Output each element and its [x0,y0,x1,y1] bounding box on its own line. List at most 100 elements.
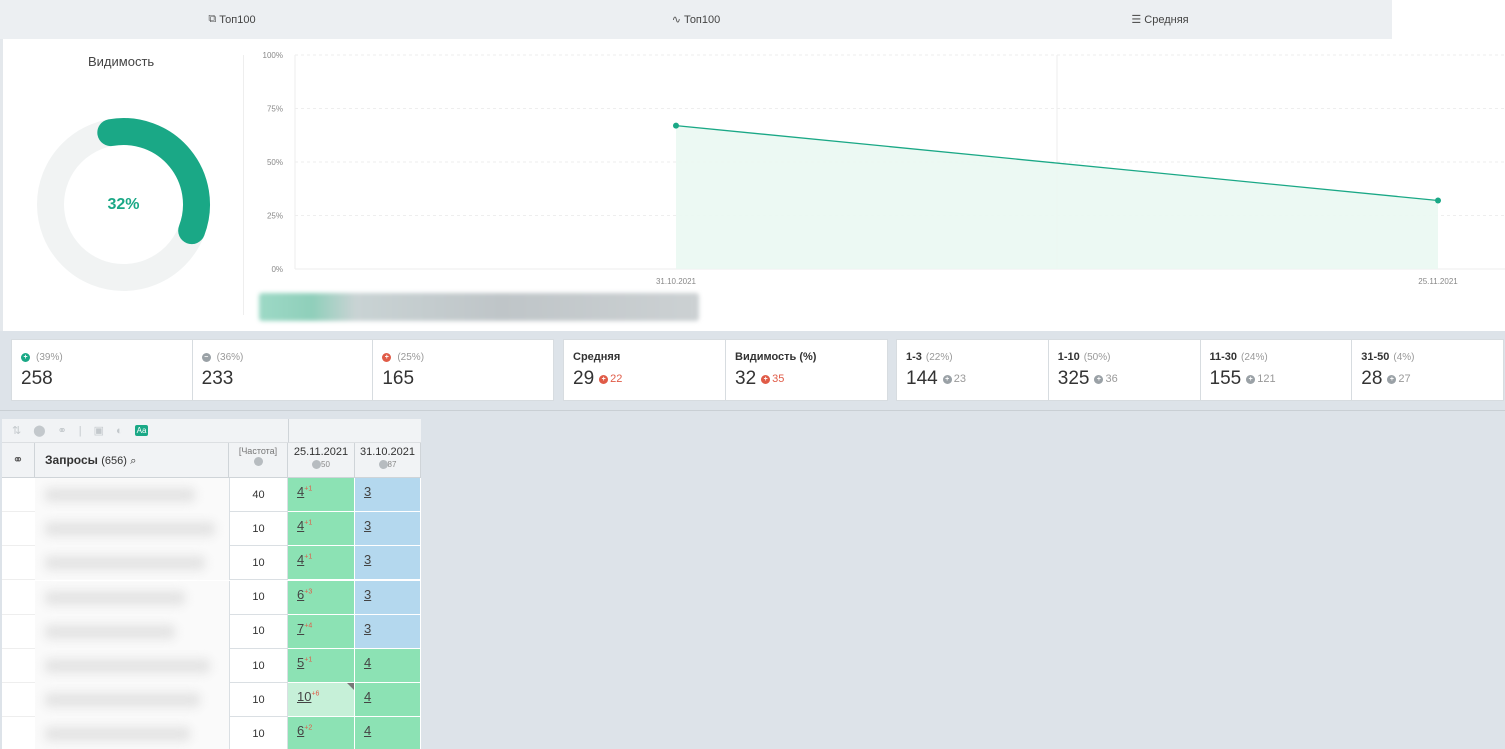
query-cell[interactable] [35,614,229,649]
position-cell[interactable]: 4 [355,683,421,718]
position-link[interactable]: 10 [297,689,311,704]
stat-label: Средняя [573,351,621,363]
table-row: 10 10+6 4 [2,683,421,718]
table-row: 10 4+1 3 [2,512,421,547]
search-icon[interactable]: ⌕ [130,455,136,467]
position-cell[interactable]: 6+2 [288,717,355,749]
position-link[interactable]: 4 [364,723,371,738]
position-cell[interactable]: 3 [355,478,421,512]
date-column-header-1[interactable]: 25.11.2021 50 [288,443,355,478]
stat-delta: 36 [1105,373,1118,385]
position-link[interactable]: 3 [364,518,371,533]
position-link[interactable]: 4 [364,689,371,704]
position-delta: +1 [304,485,313,493]
query-cell[interactable] [35,546,229,581]
row-link-cell[interactable] [2,512,35,547]
table-row: 10 4+1 3 [2,546,421,581]
position-link[interactable]: 3 [364,484,371,499]
tab-average[interactable]: ☰ Средняя [928,0,1392,39]
visibility-title: Видимость [88,54,155,69]
data-point [673,122,679,129]
date-group-header [288,419,421,443]
toggle-icon[interactable]: ⬤ [33,424,45,437]
date-sub: 50 [321,460,330,469]
position-delta: +2 [304,725,313,733]
query-cell[interactable] [35,717,229,749]
table-toolbar: ⇅ ⬤ ⚭ | ▣ ◐ Aa [2,419,288,443]
position-cell[interactable]: 3 [355,512,421,547]
visibility-line-chart: 0% 25% 50% 75% 100% 31.10.2021 25.11.2021 [263,51,1505,286]
image-icon[interactable]: ▣ [94,424,104,437]
position-cell[interactable]: 3 [355,580,421,615]
tab-top100-visibility[interactable]: ⧉ Топ100 [0,0,464,39]
position-cell[interactable]: 10+6 [288,683,355,718]
position-range-stats: 1-3 (22%) 144 +23 1-10 (50%) 325 +36 11-30… [896,339,1504,401]
query-cell[interactable] [35,512,229,547]
query-cell[interactable] [35,478,229,512]
stat-value: 144 [906,368,938,389]
tab-label: Средняя [1144,13,1189,26]
stat-pct: (25%) [397,351,425,363]
query-cell[interactable] [35,580,229,615]
position-cell[interactable]: 6+3 [288,580,355,615]
row-link-cell[interactable] [2,478,35,512]
divider [243,55,244,315]
note-marker [347,683,354,691]
tab-bar: ⧉ Топ100 ∿ Топ100 ☰ Средняя [0,0,1392,39]
position-link[interactable]: 3 [364,587,371,602]
frequency-cell: 10 [229,717,288,749]
date-sub: 87 [387,460,397,469]
queries-header[interactable]: Запросы (656) ⌕ [35,443,229,478]
minus-circle-icon: − [201,352,211,362]
position-cell[interactable]: 4+1 [288,478,355,512]
position-cell[interactable]: 4 [355,717,421,749]
stat-pct: (24%) [1241,351,1268,363]
position-link[interactable]: 4 [364,655,371,670]
position-delta: +6 [311,690,320,698]
query-cell[interactable] [35,683,229,718]
plus-circle-icon: + [382,352,392,362]
position-cell[interactable]: 4+1 [288,512,355,547]
row-link-cell[interactable] [2,649,35,683]
stat-value: 258 [21,368,53,389]
globe-icon [312,459,322,469]
position-cell[interactable]: 4 [355,649,421,683]
position-delta: +4 [304,622,313,630]
frequency-cell: 10 [229,683,288,718]
blurred-range-slider[interactable] [259,293,699,321]
globe-icon [378,459,388,469]
tab-top100-dynamics[interactable]: ∿ Топ100 [464,0,928,39]
position-change-stats: + (39%) 258 − (36%) 233 + (25%) 165 [11,339,554,401]
frequency-cell: 10 [229,580,288,615]
date-column-header-2[interactable]: 31.10.2021 87 [355,443,421,478]
stat-worsened: + (25%) 165 [373,340,553,400]
sort-icon[interactable]: ⇅ [12,424,21,437]
queries-header-label: Запросы [45,453,98,467]
query-cell[interactable] [35,649,229,683]
frequency-header[interactable]: [Частота] [229,443,288,478]
position-cell[interactable]: 7+4 [288,614,355,649]
position-link[interactable]: 3 [364,621,371,636]
stat-delta: 35 [772,373,785,385]
stat-value: 28 [1361,368,1383,389]
position-delta: +3 [304,588,313,596]
blurred-query [45,590,185,605]
link-icon[interactable]: ⚭ [2,443,35,478]
position-cell[interactable]: 4+1 [288,546,355,581]
text-style-icon[interactable]: Aa [134,425,149,436]
row-link-cell[interactable] [2,717,35,749]
position-cell[interactable]: 5+1 [288,649,355,683]
position-delta: +1 [304,656,313,664]
plus-circle-icon: + [1094,374,1104,384]
row-link-cell[interactable] [2,683,35,718]
row-link-cell[interactable] [2,581,35,615]
contrast-icon[interactable]: ◐ [116,425,123,437]
row-link-cell[interactable] [2,615,35,649]
position-cell[interactable]: 3 [355,546,421,581]
x-tick-label: 31.10.2021 [656,277,697,286]
position-cell[interactable]: 3 [355,614,421,649]
link-icon[interactable]: ⚭ [58,424,67,437]
row-link-cell[interactable] [2,546,35,581]
blurred-query [45,522,215,537]
position-link[interactable]: 3 [364,552,371,567]
